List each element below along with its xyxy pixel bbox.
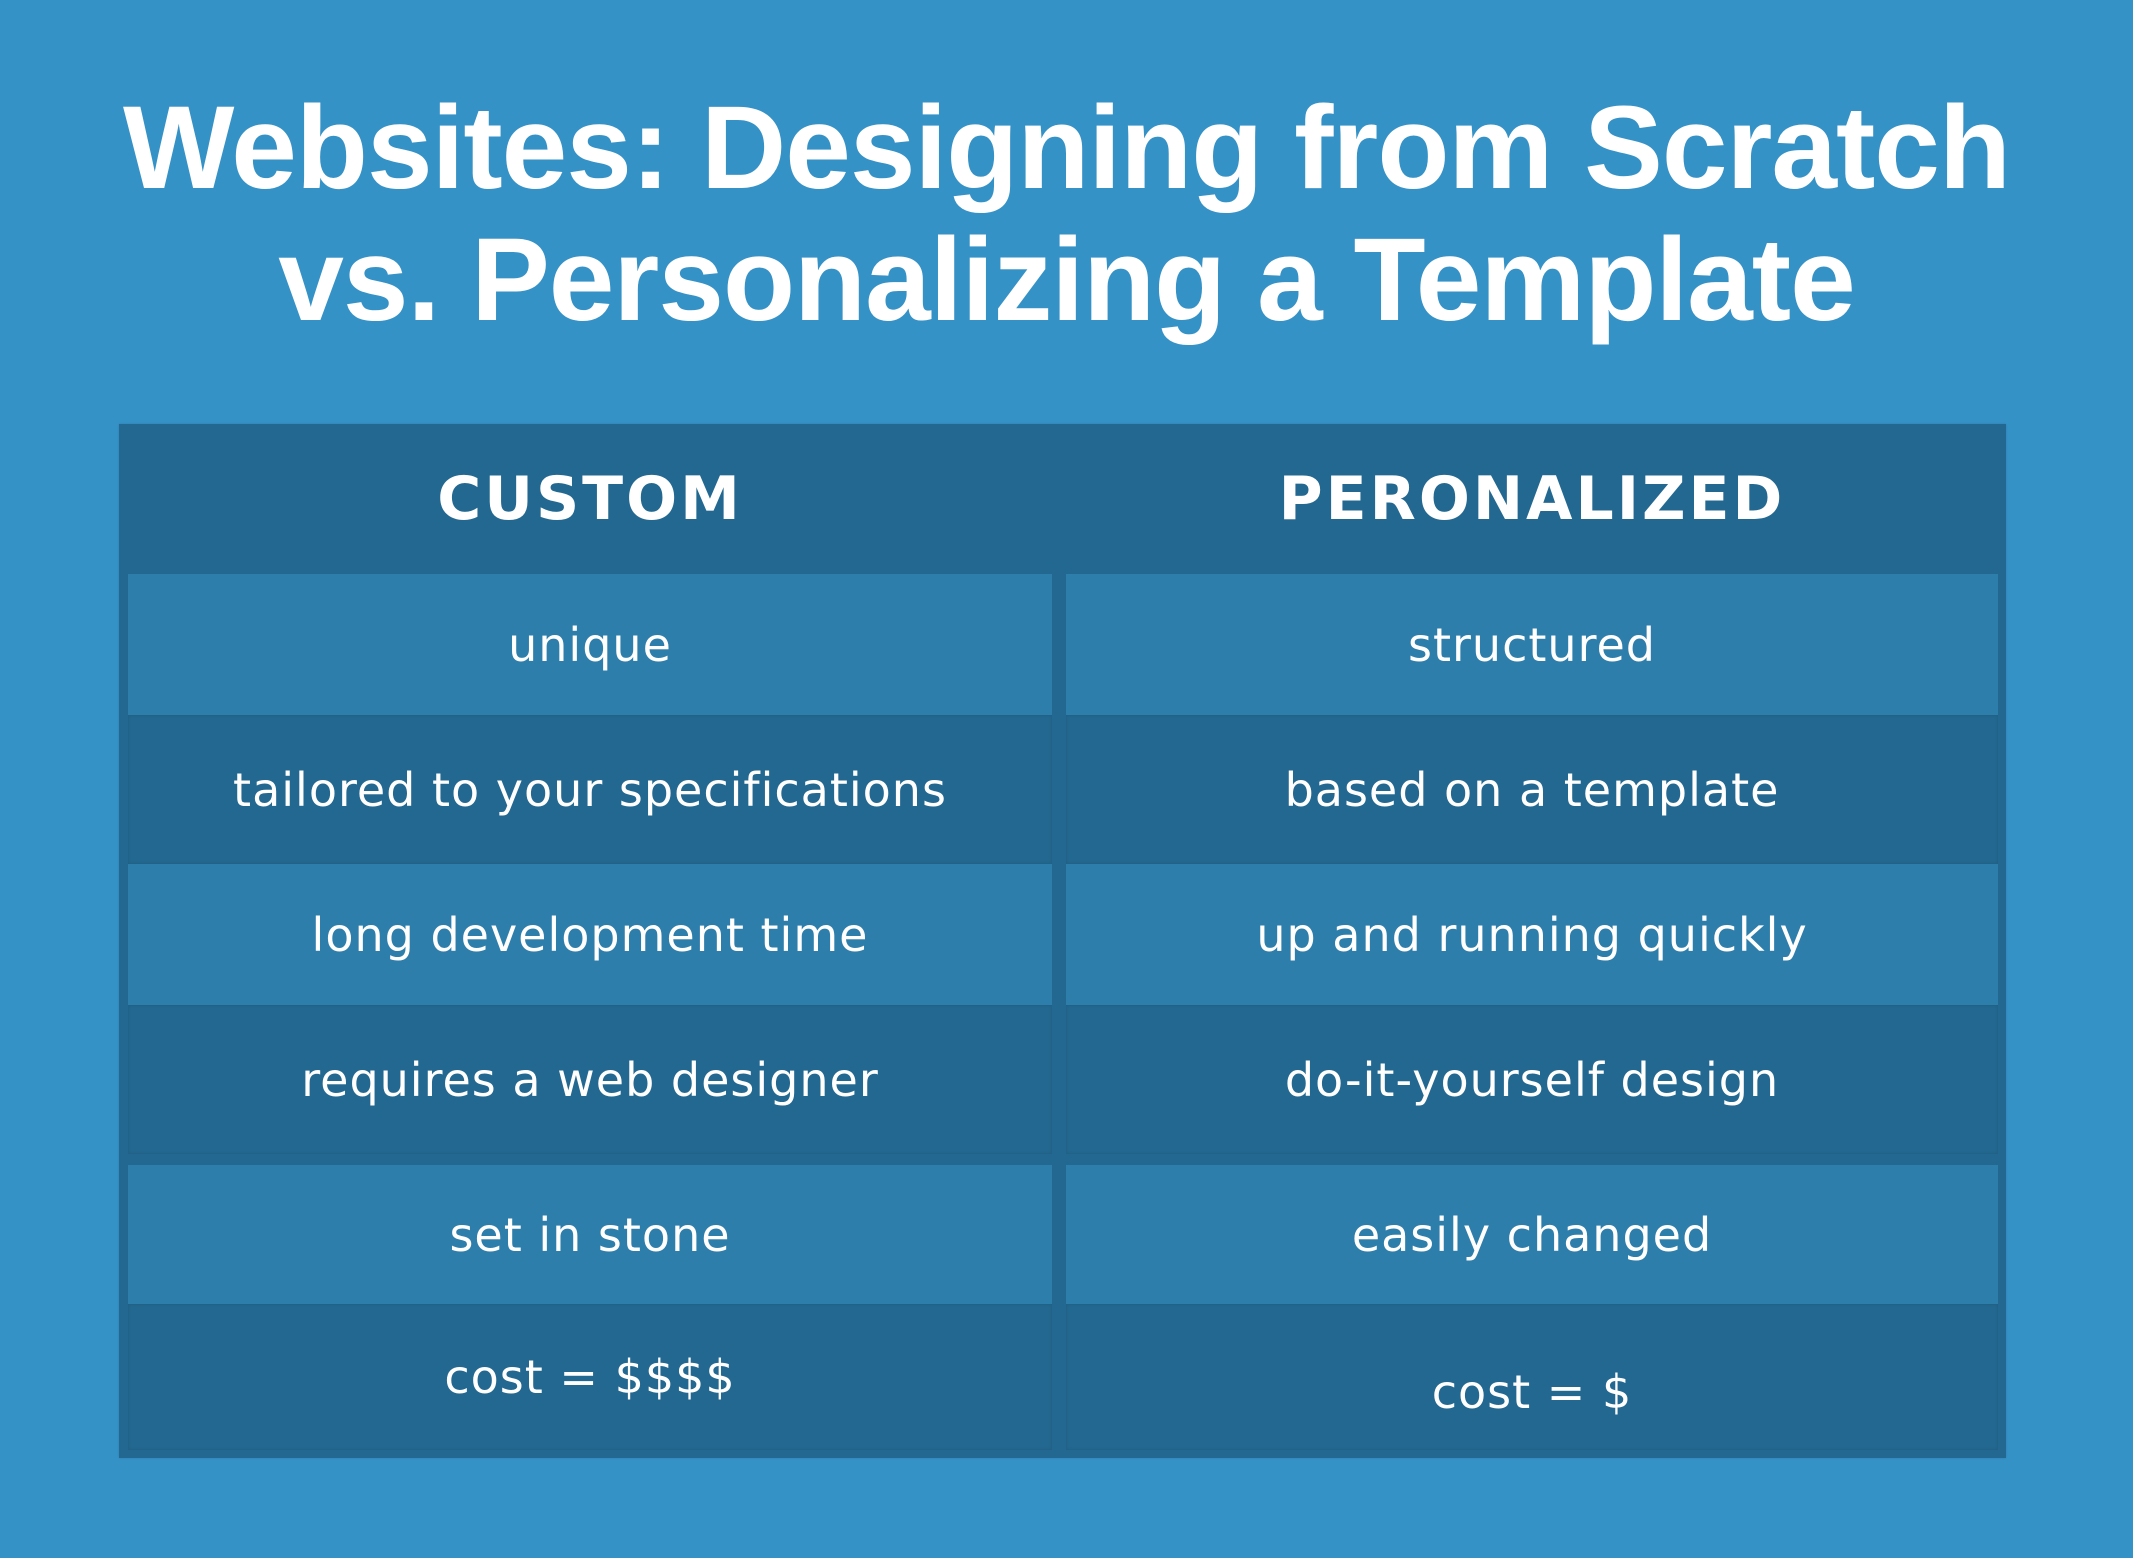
comparison-table: CUSTOM PERONALIZED unique structured tai… (119, 424, 2006, 1458)
table-row: tailored to your specifications based on… (119, 715, 2006, 864)
table-cell-personalized: based on a template (1066, 715, 1998, 864)
table-row: long development time up and running qui… (119, 864, 2006, 1005)
table-row: cost = $$$$ cost = $ (119, 1304, 2006, 1450)
title-line-2: vs. Personalizing a Template (278, 214, 1855, 346)
table-cell-personalized: easily changed (1066, 1165, 1998, 1304)
table-row: set in stone easily changed (119, 1165, 2006, 1304)
table-cell-custom: long development time (128, 864, 1052, 1005)
table-cell-personalized: up and running quickly (1066, 864, 1998, 1005)
table-row: requires a web designer do-it-yourself d… (119, 1005, 2006, 1154)
table-cell-personalized: structured (1066, 574, 1998, 715)
table-cell-custom: tailored to your specifications (128, 715, 1052, 864)
table-row: unique structured (119, 574, 2006, 715)
table-cell-custom: set in stone (128, 1165, 1052, 1304)
title-line-1: Websites: Designing from Scratch (123, 82, 2011, 214)
table-cell-personalized: cost = $ (1066, 1304, 1998, 1450)
table-cell-custom: requires a web designer (128, 1005, 1052, 1154)
table-cell-custom: unique (128, 574, 1052, 715)
table-cell-custom: cost = $$$$ (128, 1304, 1052, 1450)
column-header-custom: CUSTOM (437, 464, 743, 534)
table-header-row: CUSTOM PERONALIZED (119, 424, 2006, 574)
column-header-personalized: PERONALIZED (1278, 464, 1786, 534)
table-cell-personalized: do-it-yourself design (1066, 1005, 1998, 1154)
page-title: Websites: Designing from Scratch vs. Per… (0, 82, 2133, 346)
